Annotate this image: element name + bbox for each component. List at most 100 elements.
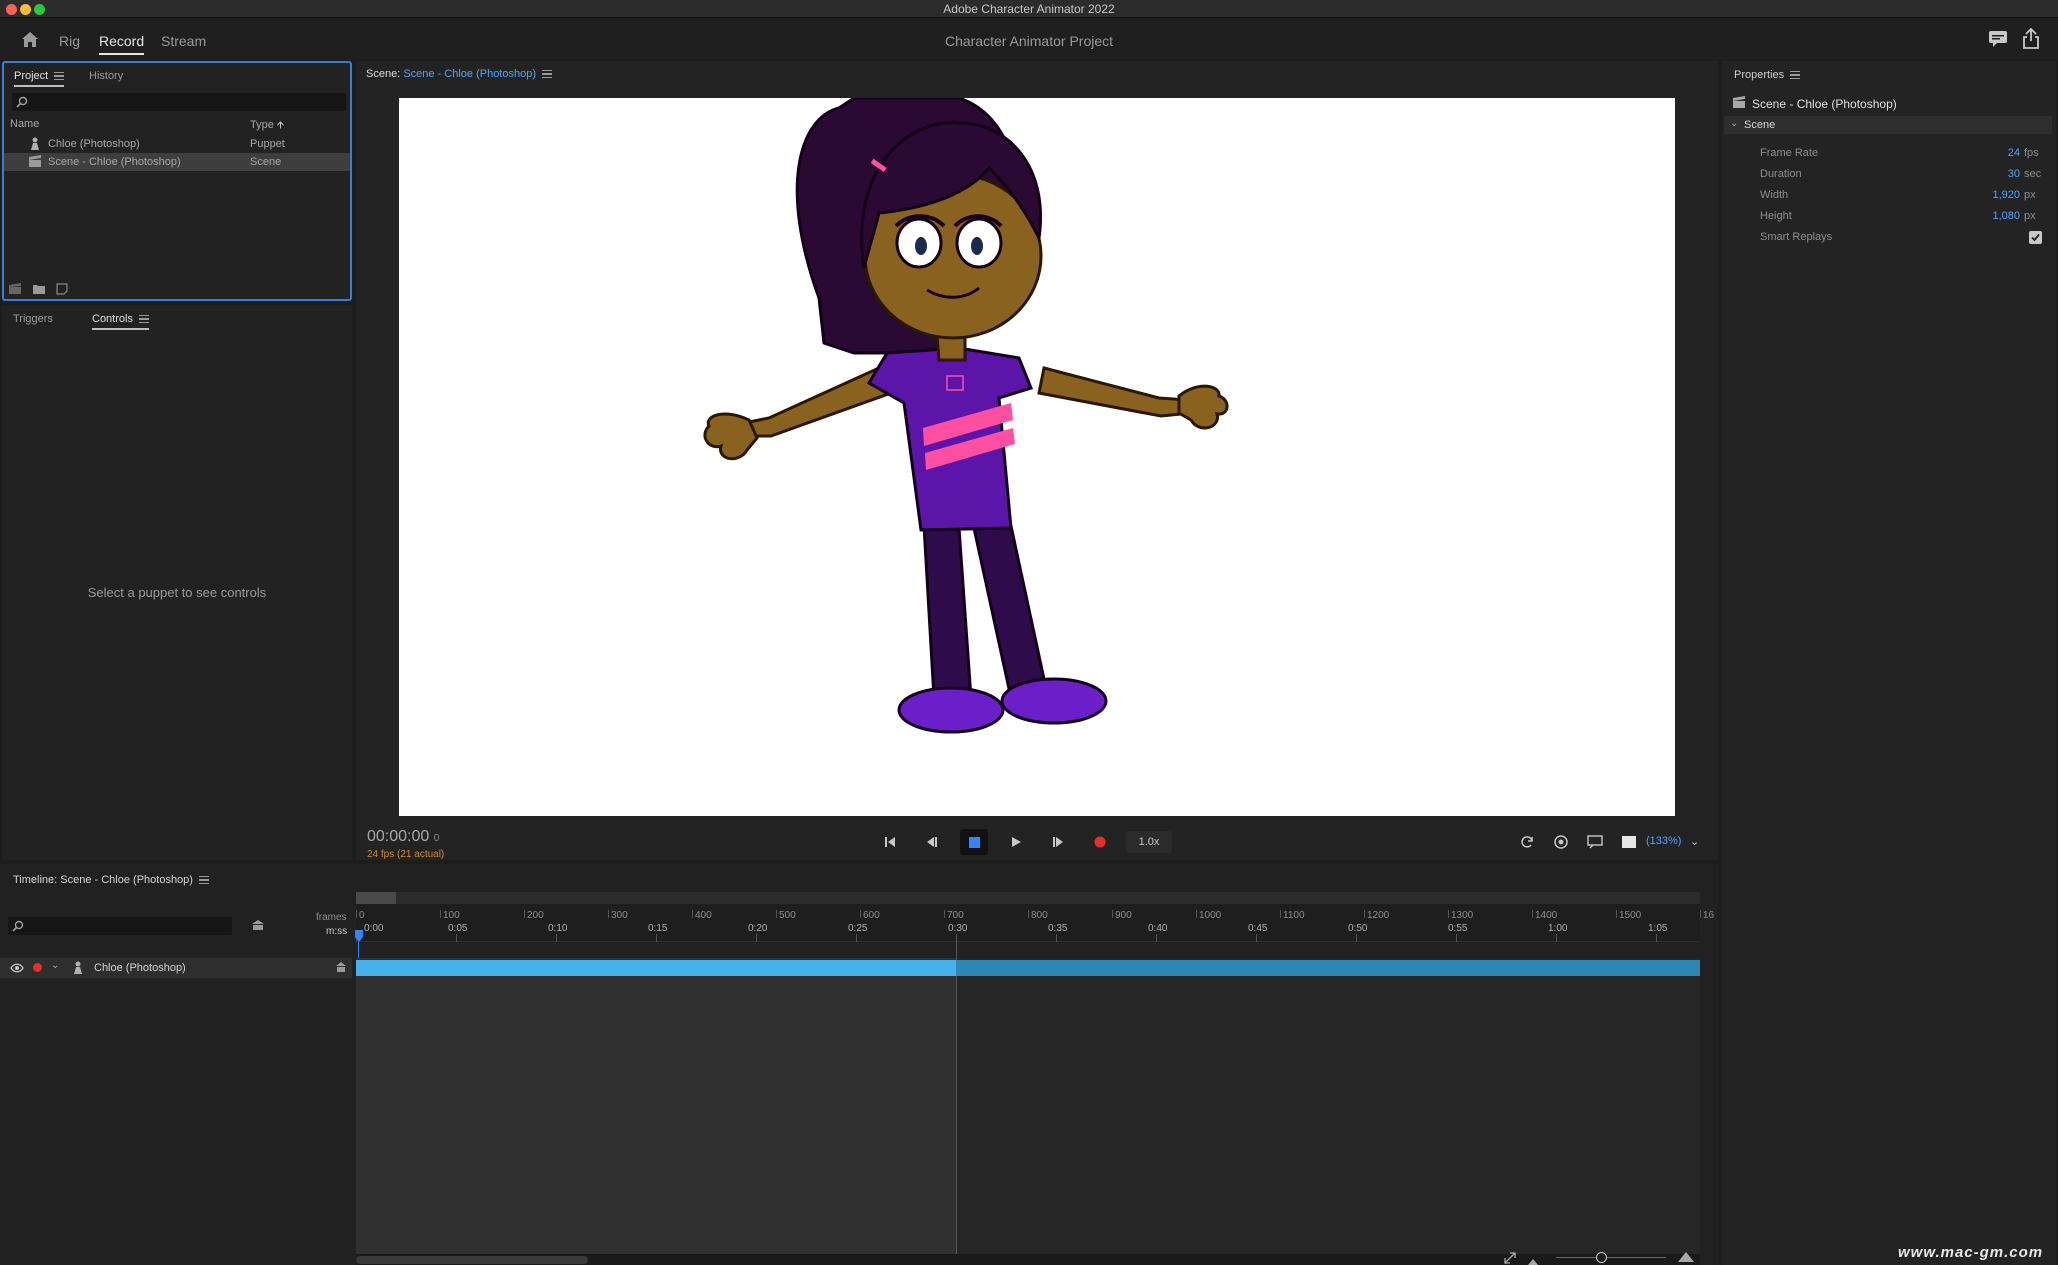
ruler-frame-label: 700: [947, 910, 964, 921]
ruler-frame-tick: [944, 910, 945, 918]
ruler-frame-label: 1000: [1199, 910, 1222, 921]
playhead-handle[interactable]: [355, 930, 363, 942]
timeline-work-area[interactable]: [356, 892, 1700, 904]
go-to-start-icon[interactable]: [878, 831, 902, 853]
ruler-frame-label: 16: [1703, 910, 1715, 921]
scene-section-header[interactable]: ⌄ Scene: [1724, 116, 2052, 134]
timecode-display[interactable]: 00:00:00 0: [367, 828, 439, 846]
project-row-name: Scene - Chloe (Photoshop): [48, 156, 181, 168]
puppet-track-options-icon[interactable]: [250, 918, 266, 935]
track-bar-extension[interactable]: [956, 960, 1700, 976]
puppet-chloe[interactable]: [399, 98, 1675, 816]
step-back-icon[interactable]: [920, 831, 944, 853]
stop-button[interactable]: [960, 829, 988, 855]
scene-name[interactable]: Scene - Chloe (Photoshop): [403, 68, 536, 80]
step-forward-icon[interactable]: [1046, 831, 1070, 853]
ruler-time-label: 0:45: [1248, 923, 1268, 934]
work-area-handle[interactable]: [356, 892, 396, 904]
project-panel: Project History Name Type 🡩 Chloe (Photo…: [2, 61, 352, 301]
panel-menu-icon[interactable]: [1790, 71, 1801, 80]
tab-history[interactable]: History: [89, 70, 123, 82]
play-icon[interactable]: [1004, 831, 1028, 853]
stop-icon: [968, 836, 980, 848]
ruler-frame-tick: [1196, 910, 1197, 918]
panel-menu-icon[interactable]: [54, 72, 65, 81]
ruler-frame-label: 600: [863, 910, 880, 921]
property-value[interactable]: 1,080: [1992, 210, 2020, 222]
project-row[interactable]: Scene - Chloe (Photoshop) Scene: [4, 153, 350, 171]
column-type[interactable]: Type 🡩: [250, 118, 284, 135]
timeline-header: Timeline: Scene - Chloe (Photoshop): [13, 874, 209, 886]
timeline-zoom-slider[interactable]: [1556, 1252, 1666, 1263]
property-value[interactable]: 24: [2008, 147, 2020, 159]
tab-project[interactable]: Project: [14, 70, 65, 87]
scene-label: Scene:: [366, 68, 401, 80]
folder-icon[interactable]: [32, 283, 46, 298]
panel-menu-icon[interactable]: [138, 315, 149, 324]
panel-menu-icon[interactable]: [198, 876, 209, 885]
record-icon[interactable]: [1088, 831, 1112, 853]
ruler-time-tick: [1056, 934, 1057, 942]
share-icon[interactable]: [2022, 27, 2040, 50]
timeline-title: Timeline: Scene - Chloe (Photoshop): [13, 874, 193, 886]
project-search-input[interactable]: [12, 93, 346, 111]
zoom-out-mountain-icon[interactable]: [1528, 1254, 1538, 1265]
window-title: Adobe Character Animator 2022: [943, 2, 1115, 16]
scene-clapper-icon: [1732, 96, 1746, 112]
timecode: 00:00:00: [367, 828, 430, 845]
ruler-time-label: 0:25: [848, 923, 868, 934]
ruler-frame-tick: [524, 910, 525, 918]
new-item-icon[interactable]: [56, 283, 68, 298]
ruler-frame-tick: [1532, 910, 1533, 918]
project-title: Character Animator Project: [944, 33, 1114, 49]
project-row[interactable]: Chloe (Photoshop) Puppet: [4, 135, 350, 153]
ruler-frame-label: 1300: [1451, 910, 1474, 921]
zoom-slider-thumb[interactable]: [1596, 1252, 1607, 1263]
track-bar[interactable]: [356, 960, 956, 976]
chevron-down-icon[interactable]: ⌄: [51, 960, 59, 971]
timeline-scrollbar[interactable]: [356, 1254, 1700, 1265]
tab-controls[interactable]: Controls: [92, 313, 149, 330]
zoom-in-mountain-icon[interactable]: [1678, 1250, 1694, 1265]
ruler-time-tick: [556, 934, 557, 942]
refresh-icon[interactable]: [1516, 831, 1538, 853]
ruler-time-tick: [1456, 934, 1457, 942]
background-swatch-icon[interactable]: [1618, 831, 1640, 853]
zoom-level[interactable]: (133%): [1646, 835, 1681, 847]
chevron-down-icon[interactable]: ⌄: [1690, 835, 1699, 848]
ruler-time-tick: [856, 934, 857, 942]
ruler-frame-label: 100: [443, 910, 460, 921]
comment-icon[interactable]: [1988, 30, 2008, 48]
track-row-header[interactable]: ⌄ Chloe (Photoshop): [0, 958, 352, 978]
timeline-panel: Timeline: Scene - Chloe (Photoshop) fram…: [0, 864, 1718, 1265]
ruler-frame-label: 1500: [1619, 910, 1642, 921]
tab-triggers[interactable]: Triggers: [13, 313, 53, 325]
record-arm-icon[interactable]: [33, 963, 42, 972]
timeline-ruler[interactable]: 0 100 200 300 400 500 600 700 800 900 1000 1100 1200…: [356, 904, 1714, 942]
ruler-time-label: 0:50: [1348, 923, 1368, 934]
fit-timeline-icon[interactable]: [1504, 1252, 1516, 1265]
property-label: Width: [1760, 189, 1789, 201]
timeline-body[interactable]: [356, 942, 1700, 1258]
search-icon: [16, 96, 28, 108]
property-value[interactable]: 1,920: [1992, 189, 2020, 201]
property-value[interactable]: 30: [2008, 168, 2020, 180]
ruler-frame-tick: [1280, 910, 1281, 918]
new-scene-icon[interactable]: [8, 283, 22, 298]
ruler-frame-tick: [1112, 910, 1113, 918]
chevron-down-icon: ⌄: [1730, 118, 1739, 129]
tab-project-label: Project: [14, 70, 49, 82]
column-name[interactable]: Name: [10, 118, 39, 130]
camera-icon[interactable]: [1550, 831, 1572, 853]
playback-speed-button[interactable]: 1.0x: [1126, 831, 1172, 853]
ruler-frame-label: 0: [359, 910, 365, 921]
track-options-icon[interactable]: [334, 961, 348, 977]
timeline-search-input[interactable]: [8, 917, 232, 935]
scene-canvas[interactable]: [399, 98, 1675, 816]
controls-empty-message: Select a puppet to see controls: [87, 585, 267, 600]
panel-menu-icon[interactable]: [542, 70, 552, 79]
scrollbar-thumb[interactable]: [356, 1256, 588, 1264]
visibility-eye-icon[interactable]: [10, 962, 24, 976]
stream-display-icon[interactable]: [1584, 831, 1606, 853]
smart-replays-checkbox[interactable]: [2029, 231, 2042, 244]
